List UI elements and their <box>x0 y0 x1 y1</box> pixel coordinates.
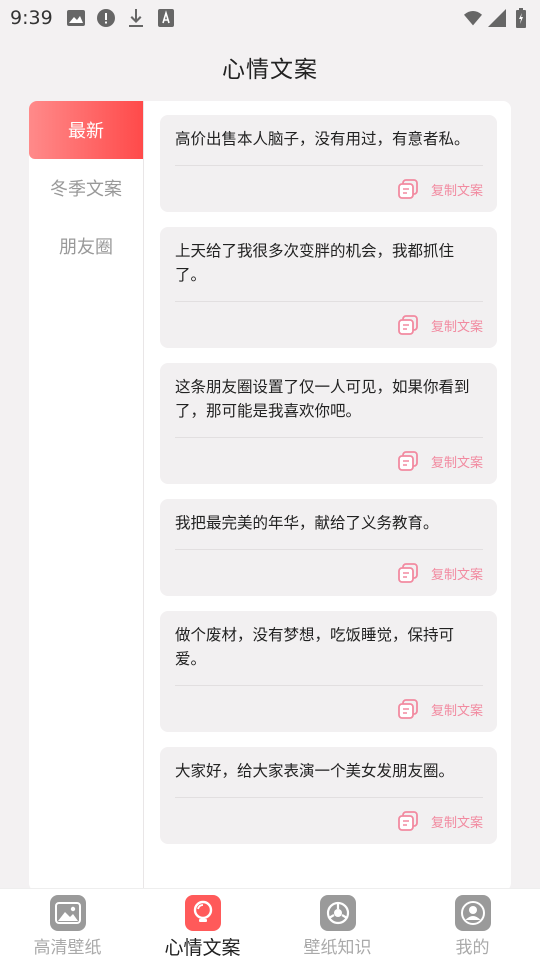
shutter-icon <box>319 895 356 931</box>
caption-text: 上天给了我很多次变胖的机会，我都抓住了。 <box>175 242 455 284</box>
sidebar-item-moments[interactable]: 朋友圈 <box>29 217 143 275</box>
page-title: 心情文案 <box>222 57 318 83</box>
copy-button[interactable]: 复制文案 <box>175 686 483 732</box>
copy-label: 复制文案 <box>430 455 483 471</box>
caption-list: 高价出售本人脑子，没有用过，有意者私。 复制文案 上天给了我很多次变胖的机会，我… <box>160 115 497 859</box>
copy-label: 复制文案 <box>430 319 483 335</box>
wifi-icon <box>464 9 482 27</box>
copy-button[interactable]: 复制文案 <box>175 166 483 212</box>
sidebar-item-winter[interactable]: 冬季文案 <box>29 159 143 217</box>
copy-label: 复制文案 <box>430 703 483 719</box>
copy-label: 复制文案 <box>430 815 483 831</box>
copy-icon <box>397 314 419 336</box>
download-icon <box>127 9 145 27</box>
caption-card: 这条朋友圈设置了仅一人可见，如果你看到了，那可能是我喜欢你吧。 复制文案 <box>160 363 497 484</box>
image-icon <box>49 895 86 931</box>
copy-icon <box>397 562 419 584</box>
copy-button[interactable]: 复制文案 <box>175 302 483 348</box>
sidebar-item-latest[interactable]: 最新 <box>29 101 143 159</box>
caption-card: 高价出售本人脑子，没有用过，有意者私。 复制文案 <box>160 115 497 212</box>
caption-card: 做个废材，没有梦想，吃饭睡觉，保持可爱。 复制文案 <box>160 611 497 732</box>
tab-profile[interactable]: 我的 <box>405 889 540 960</box>
tab-label: 心情文案 <box>164 937 241 959</box>
user-icon <box>454 895 491 931</box>
tab-wallpapers[interactable]: 高清壁纸 <box>0 889 135 960</box>
caption-text: 我把最完美的年华，献给了义务教育。 <box>175 514 439 532</box>
tab-label: 壁纸知识 <box>303 938 372 958</box>
copy-icon <box>397 178 419 200</box>
caption-text: 大家好，给大家表演一个美女发朋友圈。 <box>175 762 455 780</box>
copy-label: 复制文案 <box>430 567 483 583</box>
copy-icon <box>397 810 419 832</box>
copy-button[interactable]: 复制文案 <box>175 550 483 596</box>
tab-knowledge[interactable]: 壁纸知识 <box>270 889 405 960</box>
alert-icon <box>96 9 115 27</box>
caption-text: 做个废材，没有梦想，吃饭睡觉，保持可爱。 <box>175 626 455 668</box>
font-icon <box>157 9 175 27</box>
tab-captions[interactable]: 心情文案 <box>135 889 270 960</box>
content-panel: 最新 冬季文案 朋友圈 高价出售本人脑子，没有用过，有意者私。 复制文案 上天给… <box>29 101 511 891</box>
status-bar: 9:39 <box>0 0 540 36</box>
sidebar-item-label: 朋友圈 <box>59 237 113 258</box>
tab-label: 我的 <box>455 938 490 958</box>
copy-button[interactable]: 复制文案 <box>175 438 483 484</box>
copy-label: 复制文案 <box>430 183 483 199</box>
bulb-icon <box>184 895 221 931</box>
copy-icon <box>397 450 419 472</box>
copy-button[interactable]: 复制文案 <box>175 798 483 844</box>
sidebar-item-label: 冬季文案 <box>50 179 122 200</box>
sidebar-item-label: 最新 <box>68 121 104 142</box>
category-sidebar: 最新 冬季文案 朋友圈 <box>29 101 144 891</box>
battery-icon <box>512 8 530 28</box>
caption-card: 我把最完美的年华，献给了义务教育。 复制文案 <box>160 499 497 596</box>
tab-label: 高清壁纸 <box>33 938 102 958</box>
signal-icon <box>488 9 506 27</box>
caption-text: 这条朋友圈设置了仅一人可见，如果你看到了，那可能是我喜欢你吧。 <box>175 378 470 420</box>
bottom-tab-bar: 高清壁纸 心情文案 壁纸知识 我的 <box>0 888 540 960</box>
image-notification-icon <box>66 9 85 27</box>
caption-card: 上天给了我很多次变胖的机会，我都抓住了。 复制文案 <box>160 227 497 348</box>
caption-card: 大家好，给大家表演一个美女发朋友圈。 复制文案 <box>160 747 497 844</box>
copy-icon <box>397 698 419 720</box>
caption-text: 高价出售本人脑子，没有用过，有意者私。 <box>175 130 470 148</box>
status-time: 9:39 <box>10 7 53 29</box>
